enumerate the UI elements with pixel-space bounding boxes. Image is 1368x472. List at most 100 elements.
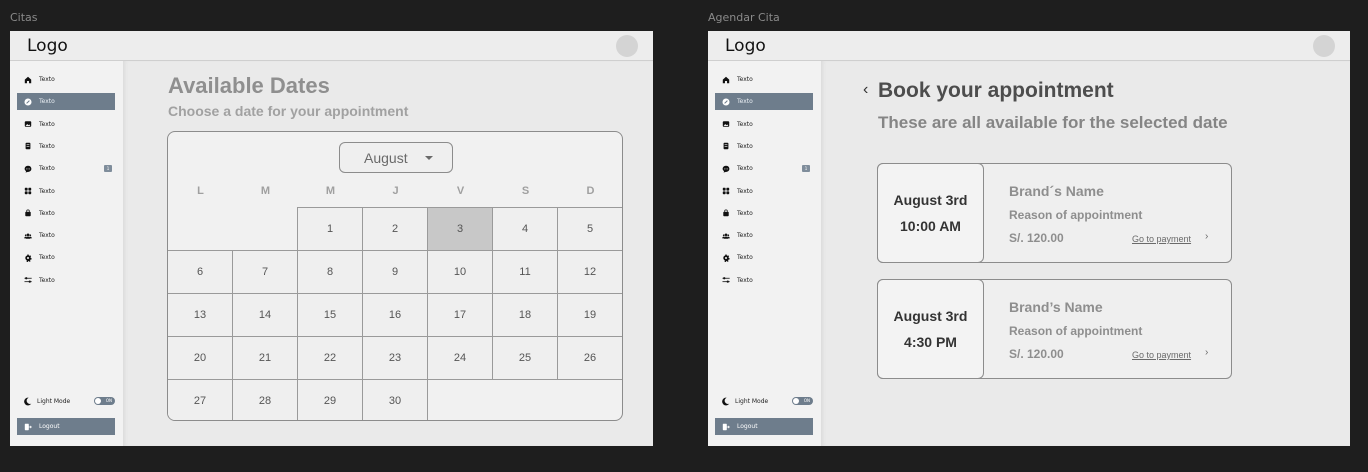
calendar-day[interactable]: 23: [362, 336, 428, 380]
citas-frame: Logo Texto Texto Texto Texto Texto 1 Texto Text…: [10, 31, 653, 446]
bag-icon: [722, 209, 730, 217]
calendar-day[interactable]: 11: [492, 250, 558, 294]
calendar-day[interactable]: 29: [297, 379, 363, 420]
weekday-header: V: [456, 185, 465, 197]
calendar-day[interactable]: 5: [557, 207, 622, 251]
chevron-right-icon[interactable]: ›: [1205, 231, 1208, 242]
calendar-day[interactable]: 9: [362, 250, 428, 294]
calendar-day[interactable]: 2: [362, 207, 428, 251]
calendar-day[interactable]: 19: [557, 293, 622, 337]
sliders-icon: [24, 276, 32, 284]
page-subtitle: Choose a date for your appointment: [168, 103, 409, 119]
sidebar: Texto Texto Texto Texto Texto 1 Texto Texto Text…: [10, 61, 123, 446]
sidebar-item[interactable]: Texto: [17, 116, 115, 133]
document-icon: [24, 142, 32, 150]
calendar-day[interactable]: 30: [362, 379, 428, 420]
grid-icon: [722, 187, 730, 195]
logout-label: Logout: [737, 423, 758, 430]
calendar-day[interactable]: 18: [492, 293, 558, 337]
calendar-day[interactable]: 27: [168, 379, 233, 420]
calendar-day[interactable]: 8: [297, 250, 363, 294]
light-mode-toggle[interactable]: ON: [792, 397, 813, 405]
sidebar-item[interactable]: Texto: [715, 205, 813, 222]
chevron-down-icon: [425, 156, 433, 160]
calendar: August L M M J V S D 1 2 3 4 5 6 7 8 9 10 11 12 13 14 15 16 17 1…: [167, 131, 623, 421]
calendar-day[interactable]: 25: [492, 336, 558, 380]
avatar[interactable]: [616, 35, 638, 57]
calendar-day[interactable]: 7: [232, 250, 298, 294]
logout-icon: [24, 423, 32, 431]
light-mode-label: Light Mode: [735, 397, 769, 405]
weekday-header: M: [260, 185, 271, 197]
sidebar-item[interactable]: Texto 1: [715, 160, 813, 177]
sidebar-item-label: Texto: [737, 165, 753, 173]
go-to-payment-link[interactable]: Go to payment: [1132, 350, 1191, 360]
light-mode-toggle[interactable]: ON: [94, 397, 115, 405]
chevron-right-icon[interactable]: ›: [1205, 347, 1208, 358]
sidebar-item[interactable]: Texto: [715, 183, 813, 200]
weekday-header: S: [521, 185, 530, 197]
sidebar-item[interactable]: Texto: [715, 138, 813, 155]
frame-label-citas: Citas: [10, 11, 38, 24]
weekday-header: L: [197, 185, 204, 197]
go-to-payment-link[interactable]: Go to payment: [1132, 234, 1191, 244]
sidebar-item[interactable]: Texto: [715, 249, 813, 266]
chat-icon: [24, 165, 32, 173]
calendar-day[interactable]: 16: [362, 293, 428, 337]
calendar-day[interactable]: 15: [297, 293, 363, 337]
calendar-day[interactable]: 28: [232, 379, 298, 420]
calendar-day[interactable]: 21: [232, 336, 298, 380]
sidebar-item[interactable]: Texto: [715, 116, 813, 133]
sidebar-item[interactable]: Texto: [17, 205, 115, 222]
weekday-header: D: [586, 185, 595, 197]
calendar-day[interactable]: 12: [557, 250, 622, 294]
light-mode-row: Light Mode ON: [721, 394, 813, 408]
appointment-card[interactable]: August 3rd 4:30 PM Brand’s Name Reason o…: [877, 279, 1232, 379]
calendar-day[interactable]: 10: [427, 250, 493, 294]
calendar-day[interactable]: 1: [297, 207, 363, 251]
sidebar-item[interactable]: Texto: [715, 71, 813, 88]
sidebar-item[interactable]: Texto: [17, 138, 115, 155]
calendar-day[interactable]: 20: [168, 336, 233, 380]
appointment-reason: Reason of appointment: [1009, 324, 1143, 338]
calendar-day[interactable]: 14: [232, 293, 298, 337]
sidebar-item[interactable]: Texto: [715, 272, 813, 289]
logout-button[interactable]: Logout: [715, 418, 813, 435]
back-arrow-icon[interactable]: ‹: [863, 81, 868, 99]
sidebar-item[interactable]: Texto: [17, 272, 115, 289]
sidebar-item[interactable]: Texto: [17, 71, 115, 88]
calendar-day[interactable]: 3: [427, 207, 493, 251]
sidebar-item[interactable]: Texto: [17, 249, 115, 266]
logo[interactable]: Logo: [27, 36, 68, 56]
calendar-day[interactable]: 26: [557, 336, 622, 380]
sidebar-item[interactable]: Texto: [17, 227, 115, 244]
edit-icon: [24, 98, 32, 106]
notification-badge: 1: [802, 165, 810, 173]
calendar-day[interactable]: 13: [168, 293, 233, 337]
calendar-day[interactable]: 22: [297, 336, 363, 380]
avatar[interactable]: [1313, 35, 1335, 57]
sidebar-item[interactable]: Texto: [715, 227, 813, 244]
sidebar-item[interactable]: Texto: [715, 93, 813, 111]
logout-label: Logout: [39, 423, 60, 430]
sliders-icon: [722, 276, 730, 284]
logout-button[interactable]: Logout: [17, 418, 115, 435]
top-bar: Logo: [708, 31, 1350, 61]
logo[interactable]: Logo: [725, 36, 766, 56]
calendar-day[interactable]: 17: [427, 293, 493, 337]
sidebar-item-label: Texto: [737, 276, 753, 284]
calendar-day[interactable]: 6: [168, 250, 233, 294]
sidebar-item[interactable]: Texto 1: [17, 160, 115, 177]
sidebar-item[interactable]: Texto: [17, 183, 115, 200]
month-dropdown[interactable]: August: [339, 142, 453, 173]
weekday-header: M: [325, 185, 336, 197]
sidebar: Texto Texto Texto Texto Texto 1 Texto Texto Text…: [708, 61, 821, 446]
sidebar-item[interactable]: Texto: [17, 93, 115, 111]
month-label: August: [364, 149, 408, 166]
calendar-day[interactable]: 4: [492, 207, 558, 251]
sidebar-item-label: Texto: [737, 76, 753, 83]
sidebar-item-label: Texto: [737, 187, 753, 195]
main-content: ‹ Book your appointment These are all av…: [821, 61, 1350, 446]
calendar-day[interactable]: 24: [427, 336, 493, 380]
appointment-card[interactable]: August 3rd 10:00 AM Brand´s Name Reason …: [877, 163, 1232, 263]
